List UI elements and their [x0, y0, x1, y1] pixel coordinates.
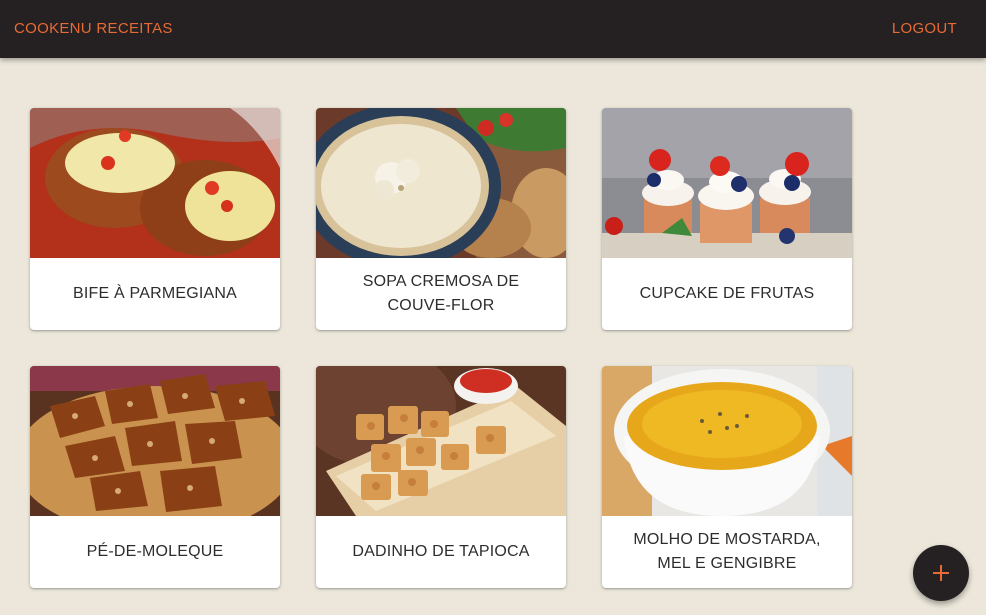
recipe-title: SOPA CREMOSA DE COUVE-FLOR [362, 273, 520, 314]
app-bar: COOKENU RECEITAS LOGOUT [0, 0, 986, 58]
recipe-title: BIFE À PARMEGIANA [72, 285, 238, 302]
recipe-card[interactable]: PÉ-DE-MOLEQUE [30, 366, 280, 588]
recipe-image [602, 108, 852, 258]
recipe-card[interactable]: MOLHO DE MOSTARDA, MEL E GENGIBRE [602, 366, 852, 588]
app-title-link[interactable]: COOKENU RECEITAS [14, 20, 173, 37]
recipe-image [30, 366, 280, 516]
recipe-card[interactable]: DADINHO DE TAPIOCA [316, 366, 566, 588]
plus-icon [933, 565, 949, 581]
recipe-title: PÉ-DE-MOLEQUE [86, 543, 224, 560]
recipe-title: MOLHO DE MOSTARDA, MEL E GENGIBRE [633, 531, 821, 572]
logout-button[interactable]: LOGOUT [892, 20, 957, 37]
recipe-card[interactable]: SOPA CREMOSA DE COUVE-FLOR [316, 108, 566, 330]
recipe-title: DADINHO DE TAPIOCA [352, 543, 530, 560]
recipe-title: CUPCAKE DE FRUTAS [639, 285, 815, 302]
add-recipe-button[interactable] [913, 545, 969, 601]
recipe-image [602, 366, 852, 516]
recipe-card[interactable]: CUPCAKE DE FRUTAS [602, 108, 852, 330]
recipe-card[interactable]: BIFE À PARMEGIANA [30, 108, 280, 330]
recipe-image [316, 366, 566, 516]
recipe-image [30, 108, 280, 258]
recipe-image [316, 108, 566, 258]
